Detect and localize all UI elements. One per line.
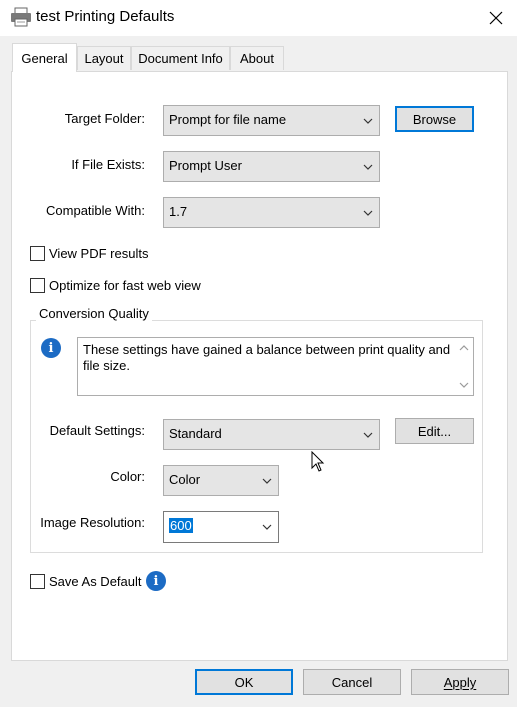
cancel-button[interactable]: Cancel (303, 669, 401, 695)
target-folder-value: Prompt for file name (169, 112, 287, 127)
apply-button-label: Apply (443, 674, 477, 690)
close-button[interactable] (482, 6, 510, 30)
image-resolution-combobox[interactable]: 600 (163, 511, 279, 543)
save-as-default-label: Save As Default (49, 574, 142, 589)
target-folder-select[interactable]: Prompt for file name (163, 105, 380, 136)
tab-about[interactable]: About (230, 46, 284, 70)
chevron-down-icon (363, 432, 373, 438)
chevron-down-icon (262, 524, 272, 530)
close-icon (489, 11, 503, 25)
optimize-checkbox[interactable] (30, 278, 45, 293)
view-pdf-checkbox[interactable] (30, 246, 45, 261)
tab-layout[interactable]: Layout (77, 46, 131, 70)
chevron-down-icon (262, 478, 272, 484)
optimize-label: Optimize for fast web view (49, 278, 201, 293)
compatible-with-label: Compatible With: (46, 203, 145, 218)
edit-button[interactable]: Edit... (395, 418, 474, 444)
color-label: Color: (110, 469, 145, 484)
apply-button[interactable]: Apply (411, 669, 509, 695)
if-file-exists-select[interactable]: Prompt User (163, 151, 380, 182)
info-icon: i (41, 338, 61, 358)
default-settings-label: Default Settings: (49, 423, 145, 438)
conversion-info-textbox[interactable]: These settings have gained a balance bet… (77, 337, 474, 396)
scroll-down-icon[interactable] (459, 381, 469, 389)
save-as-default-checkbox[interactable] (30, 574, 45, 589)
tab-document-info[interactable]: Document Info (131, 46, 230, 70)
conversion-info-text: These settings have gained a balance bet… (83, 342, 451, 373)
view-pdf-label: View PDF results (49, 246, 149, 261)
compatible-with-select[interactable]: 1.7 (163, 197, 380, 228)
color-select[interactable]: Color (163, 465, 279, 496)
mouse-cursor-icon (311, 451, 325, 472)
window-title: test Printing Defaults (36, 8, 175, 25)
image-resolution-value: 600 (169, 518, 193, 533)
color-value: Color (169, 472, 201, 487)
target-folder-label: Target Folder: (64, 111, 145, 126)
chevron-down-icon (363, 118, 373, 124)
save-default-info-icon[interactable]: i (146, 571, 166, 591)
if-file-exists-value: Prompt User (169, 158, 242, 173)
if-file-exists-label: If File Exists: (71, 157, 145, 172)
chevron-down-icon (363, 164, 373, 170)
default-settings-value: Standard (169, 426, 222, 441)
browse-button[interactable]: Browse (395, 106, 474, 132)
image-resolution-label: Image Resolution: (40, 515, 145, 530)
printer-icon (11, 7, 31, 27)
scroll-up-icon[interactable] (459, 344, 469, 352)
chevron-down-icon (363, 210, 373, 216)
ok-button[interactable]: OK (195, 669, 293, 695)
compatible-with-value: 1.7 (169, 204, 188, 219)
conversion-quality-title: Conversion Quality (36, 306, 152, 321)
tab-general[interactable]: General (12, 43, 77, 72)
default-settings-select[interactable]: Standard (163, 419, 380, 450)
